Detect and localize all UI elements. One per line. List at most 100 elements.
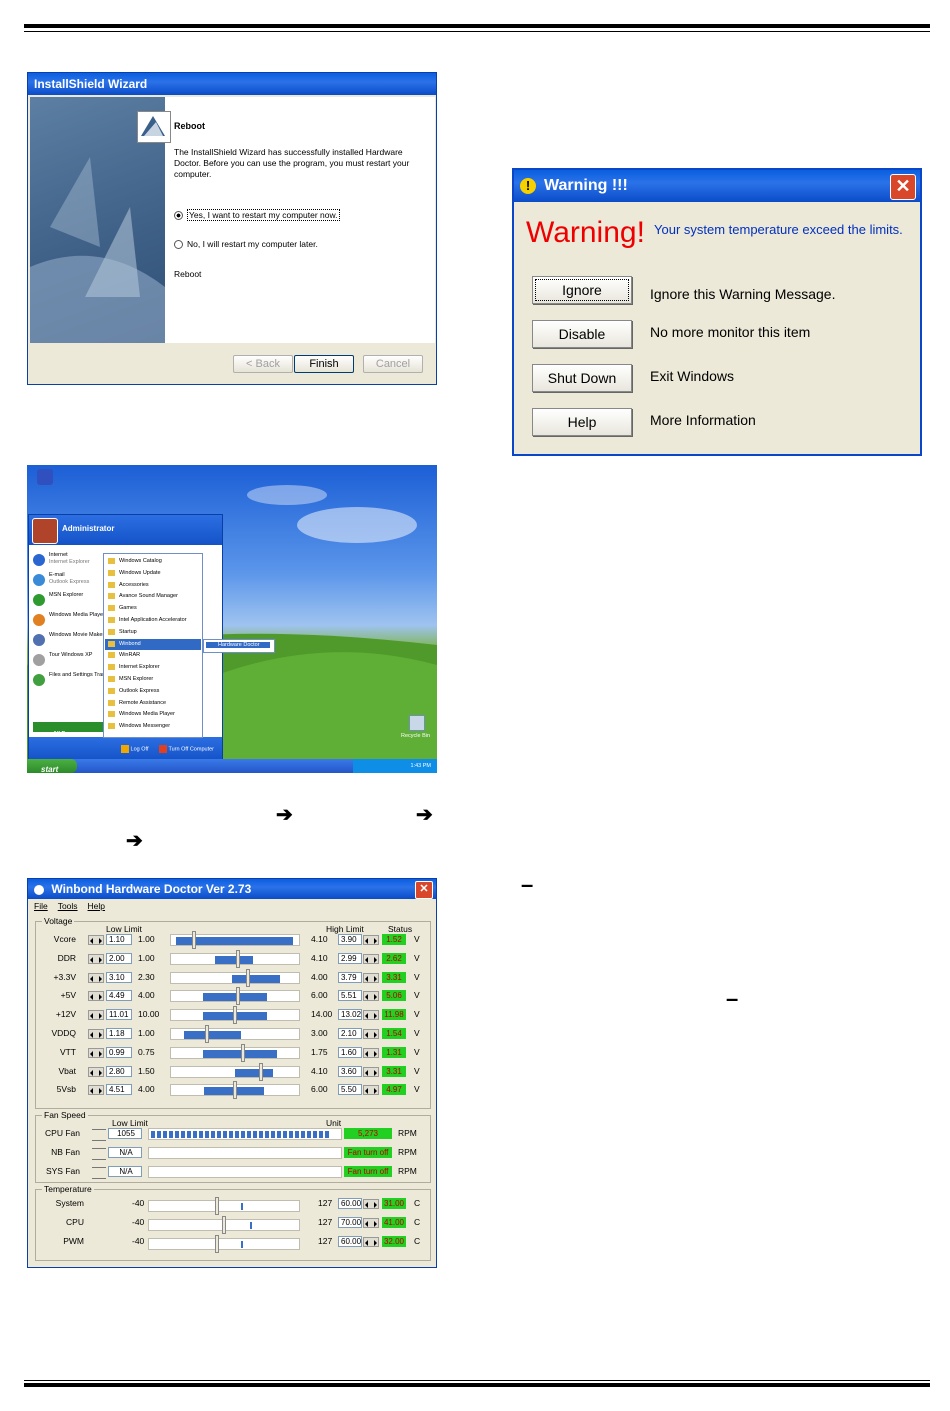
- menu-file[interactable]: File: [34, 901, 48, 911]
- high-limit-field[interactable]: 3.90: [338, 934, 362, 945]
- fan-low-field[interactable]: N/A: [108, 1147, 142, 1158]
- temp-limit-field[interactable]: 70.00: [338, 1217, 362, 1228]
- voltage-slider-thumb[interactable]: [204, 1025, 209, 1043]
- start-menu-item[interactable]: E-mail Outlook Express: [31, 571, 103, 589]
- voltage-slider[interactable]: [170, 1043, 300, 1062]
- high-limit-spinner[interactable]: [363, 1066, 379, 1077]
- temp-limit-field[interactable]: 60.00: [338, 1236, 362, 1247]
- low-limit-field[interactable]: 2.00: [106, 952, 132, 964]
- high-limit-spinner[interactable]: [363, 1029, 379, 1039]
- programs-menu-item[interactable]: Winbond: [105, 638, 201, 650]
- start-button[interactable]: start: [27, 759, 77, 773]
- restart-now-radio[interactable]: Yes, I want to restart my computer now.: [174, 209, 340, 221]
- close-icon[interactable]: ✕: [890, 174, 916, 200]
- voltage-slider-thumb[interactable]: [233, 1081, 237, 1100]
- high-limit-spinner[interactable]: [363, 953, 379, 964]
- log-off-button[interactable]: Log Off: [121, 745, 148, 753]
- voltage-slider-thumb[interactable]: [235, 949, 240, 968]
- low-limit-spinner[interactable]: [88, 1010, 104, 1021]
- start-menu-item[interactable]: Files and Settings Transfer Wizard: [31, 671, 103, 689]
- low-limit-field[interactable]: 3.10: [106, 971, 132, 983]
- voltage-slider[interactable]: [170, 931, 300, 949]
- back-button[interactable]: < Back: [233, 355, 293, 373]
- low-limit-spinner[interactable]: [88, 1029, 104, 1039]
- high-limit-spinner[interactable]: [363, 991, 379, 1002]
- high-limit-field[interactable]: 2.99: [338, 952, 362, 964]
- finish-button[interactable]: Finish: [294, 355, 354, 373]
- high-limit-field[interactable]: 5.51: [338, 990, 362, 1002]
- help-button[interactable]: Help: [532, 408, 632, 436]
- ignore-button[interactable]: Ignore: [532, 276, 632, 304]
- menu-help[interactable]: Help: [88, 901, 105, 911]
- low-limit-field[interactable]: 11.01: [106, 1009, 132, 1021]
- high-limit-field[interactable]: 2.10: [338, 1028, 362, 1039]
- programs-menu-item[interactable]: Remote Assistance: [105, 698, 201, 709]
- all-programs-button[interactable]: All Programs: [33, 722, 103, 737]
- programs-menu-item[interactable]: Windows Update: [105, 568, 201, 579]
- desktop-top-icon[interactable]: [37, 469, 53, 485]
- high-limit-spinner[interactable]: [363, 1085, 379, 1096]
- voltage-slider[interactable]: [170, 987, 300, 1006]
- temp-limit-spinner[interactable]: [363, 1237, 379, 1247]
- fan-low-field[interactable]: 1055: [108, 1128, 142, 1139]
- voltage-slider-thumb[interactable]: [192, 931, 197, 949]
- temperature-slider[interactable]: [148, 1216, 300, 1234]
- programs-menu-item[interactable]: Intel Application Accelerator: [105, 615, 201, 626]
- low-limit-field[interactable]: 4.51: [106, 1084, 132, 1096]
- temperature-limit-thumb[interactable]: [222, 1216, 226, 1234]
- voltage-slider-thumb[interactable]: [235, 987, 240, 1006]
- programs-menu-item[interactable]: Windows Messenger: [105, 721, 201, 732]
- programs-menu-item[interactable]: Outlook Express: [105, 686, 201, 697]
- low-limit-spinner[interactable]: [88, 1085, 104, 1096]
- shut-down-button[interactable]: Shut Down: [532, 364, 632, 392]
- voltage-slider[interactable]: [170, 1062, 300, 1081]
- hardware-doctor-menu-item[interactable]: Hardware Doctor: [206, 642, 270, 648]
- high-limit-field[interactable]: 3.60: [338, 1065, 362, 1077]
- voltage-slider[interactable]: [170, 949, 300, 968]
- programs-menu-item[interactable]: Games: [105, 603, 201, 614]
- temperature-limit-thumb[interactable]: [214, 1235, 219, 1253]
- low-limit-field[interactable]: 4.49: [106, 990, 132, 1002]
- voltage-slider-thumb[interactable]: [258, 1062, 263, 1081]
- start-menu-item[interactable]: Internet Internet Explorer: [31, 551, 103, 569]
- disable-button[interactable]: Disable: [532, 320, 632, 348]
- voltage-slider-thumb[interactable]: [233, 1006, 237, 1025]
- restart-later-radio[interactable]: No, I will restart my computer later.: [174, 239, 318, 249]
- start-menu-item[interactable]: Windows Media Player: [31, 611, 103, 629]
- fan-low-spinner[interactable]: [92, 1129, 106, 1141]
- voltage-slider[interactable]: [170, 1081, 300, 1100]
- high-limit-spinner[interactable]: [363, 1010, 379, 1021]
- voltage-slider-thumb[interactable]: [245, 968, 250, 987]
- start-menu-item[interactable]: MSN Explorer: [31, 591, 103, 609]
- low-limit-field[interactable]: 0.99: [106, 1046, 132, 1058]
- voltage-slider-thumb[interactable]: [240, 1043, 245, 1062]
- high-limit-spinner[interactable]: [363, 972, 379, 983]
- programs-menu-item[interactable]: Avance Sound Manager: [105, 591, 201, 602]
- programs-menu-item[interactable]: Startup: [105, 627, 201, 638]
- low-limit-field[interactable]: 1.10: [106, 934, 132, 945]
- programs-menu-item[interactable]: Windows Media Player: [105, 709, 201, 720]
- programs-menu-item[interactable]: MSN Explorer: [105, 674, 201, 685]
- programs-menu-item[interactable]: Accessories: [105, 580, 201, 591]
- high-limit-spinner[interactable]: [363, 935, 379, 945]
- low-limit-spinner[interactable]: [88, 991, 104, 1002]
- temp-limit-field[interactable]: 60.00: [338, 1198, 362, 1209]
- temperature-limit-thumb[interactable]: [214, 1197, 219, 1215]
- low-limit-field[interactable]: 1.18: [106, 1028, 132, 1039]
- voltage-slider[interactable]: [170, 1006, 300, 1025]
- voltage-slider[interactable]: [170, 1025, 300, 1043]
- start-menu-item[interactable]: Tour Windows XP: [31, 651, 103, 669]
- programs-menu-item[interactable]: Internet Explorer: [105, 662, 201, 673]
- low-limit-spinner[interactable]: [88, 1066, 104, 1077]
- high-limit-field[interactable]: 3.79: [338, 971, 362, 983]
- temperature-slider[interactable]: [148, 1235, 300, 1253]
- voltage-slider[interactable]: [170, 968, 300, 987]
- cancel-button[interactable]: Cancel: [363, 355, 423, 373]
- low-limit-field[interactable]: 2.80: [106, 1065, 132, 1077]
- hwd-close-icon[interactable]: ✕: [415, 881, 433, 899]
- fan-low-spinner[interactable]: [92, 1148, 106, 1160]
- temperature-slider[interactable]: [148, 1197, 300, 1215]
- low-limit-spinner[interactable]: [88, 935, 104, 945]
- low-limit-spinner[interactable]: [88, 972, 104, 983]
- start-menu-item[interactable]: Windows Movie Maker: [31, 631, 103, 649]
